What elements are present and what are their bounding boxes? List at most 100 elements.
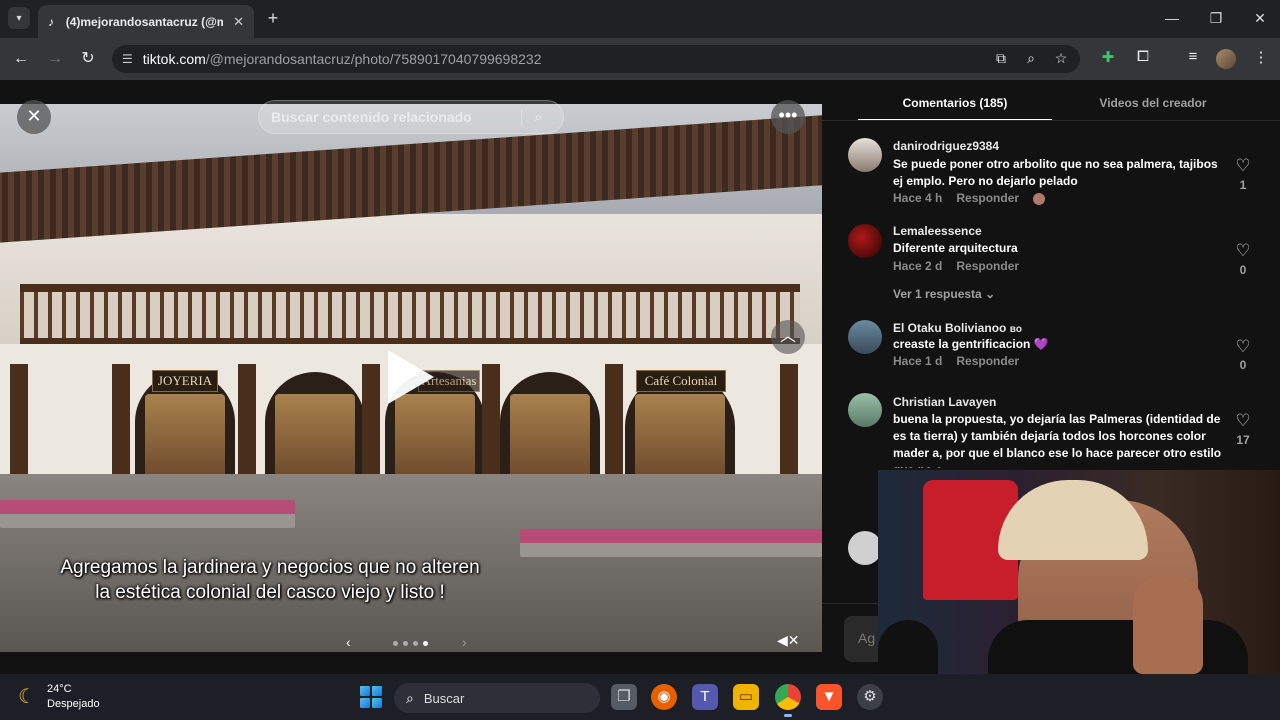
minimize-button[interactable]: —	[1160, 10, 1184, 26]
photo-caption: Agregamos la jardinera y negocios que no…	[60, 557, 480, 603]
reply-button[interactable]: Responder	[956, 191, 1019, 205]
like-heart-icon[interactable]: ♡	[1234, 411, 1252, 431]
comment-username[interactable]: Lemaleessence	[893, 224, 982, 238]
settings-gear-icon[interactable]: ⚙	[857, 684, 883, 710]
tab-search-menu-icon[interactable]: ▾	[8, 7, 30, 29]
reload-button[interactable]: ↻	[77, 49, 99, 71]
photo-shop-window	[145, 394, 225, 484]
restore-button[interactable]: ❐	[1204, 10, 1228, 27]
start-button[interactable]	[360, 686, 382, 708]
taskbar-search-label: Buscar	[423, 690, 465, 706]
comment-avatar[interactable]	[848, 393, 882, 427]
comment-username[interactable]: Christian Lavayen	[893, 395, 996, 409]
like-count: 0	[1239, 358, 1247, 372]
taskbar-search[interactable]: ⌕ Buscar	[394, 683, 600, 713]
pagination-dot[interactable]	[403, 641, 408, 646]
like-count: 17	[1236, 433, 1250, 447]
photo-shop-window	[510, 394, 590, 484]
like-heart-icon[interactable]: ♡	[1234, 337, 1252, 357]
view-replies-button[interactable]: Ver 1 respuesta ⌄	[893, 287, 995, 301]
windows-taskbar	[0, 674, 1280, 720]
comment-text: buena la propuesta, yo dejaría las Palme…	[893, 412, 1222, 468]
more-options-button[interactable]: •••	[771, 100, 805, 134]
task-view-icon[interactable]: ❐	[611, 684, 637, 710]
photo-shop-window	[395, 394, 475, 484]
comment-username[interactable]: danirodriguez9384	[893, 139, 999, 153]
chevron-down-icon: ⌄	[985, 287, 996, 301]
photo-planter	[520, 529, 822, 557]
next-photo-arrow-icon[interactable]: ›	[462, 634, 467, 650]
close-window-button[interactable]: ✕	[1248, 10, 1272, 27]
comment-time: Hace 4 h	[893, 191, 943, 205]
zoom-icon[interactable]: ⌕	[1021, 50, 1041, 67]
new-tab-button[interactable]: +	[262, 8, 284, 30]
tab-title: (4)mejorandosantacruz (@mejo	[65, 14, 224, 29]
pagination-dot[interactable]	[393, 641, 398, 646]
comment-username-text: El Otaku Bolivianoo	[893, 321, 1007, 335]
moon-weather-icon[interactable]: ☾	[18, 684, 36, 709]
url-path: /@mejorandosantacruz/photo/7589017040799…	[205, 51, 542, 67]
comment-text: creaste la gentrificacion 💜	[893, 337, 1049, 351]
play-icon[interactable]	[388, 350, 434, 404]
comment-time: Hace 2 d	[893, 259, 943, 273]
pagination-dot[interactable]	[413, 641, 418, 646]
view-replies-label: Ver 1 respuesta	[893, 287, 982, 301]
comment-text: Diferente arquitectura	[893, 241, 1018, 255]
like-heart-icon[interactable]: ♡	[1234, 156, 1252, 176]
comment-username[interactable]: El Otaku Bolivianoo вo	[893, 321, 1022, 335]
back-button[interactable]: ←	[10, 49, 32, 71]
close-viewer-button[interactable]: ✕	[17, 100, 51, 134]
photo-sign-joyeria: JOYERIA	[152, 370, 218, 392]
previous-post-button[interactable]: ︿	[771, 320, 805, 354]
like-count: 0	[1239, 263, 1247, 277]
comment-avatar[interactable]	[848, 531, 882, 565]
browser-menu-icon[interactable]: ⋮	[1250, 48, 1272, 70]
brave-icon[interactable]: ▼	[816, 684, 842, 710]
reply-button[interactable]: Responder	[956, 354, 1019, 368]
webcam-shirt	[988, 620, 1248, 674]
comment-text: Se puede poner otro arbolito que no sea …	[893, 157, 1218, 188]
related-search-placeholder: Buscar contenido relacionado	[271, 109, 472, 125]
webcam-overlay	[878, 470, 1280, 674]
active-app-indicator	[784, 714, 792, 717]
pagination-dot[interactable]	[423, 641, 428, 646]
user-badge: вo	[1009, 324, 1022, 335]
tab-creator-videos[interactable]: Videos del creador	[1060, 93, 1246, 121]
comment-avatar[interactable]	[848, 138, 882, 172]
related-search-input[interactable]: Buscar contenido relacionado ⌕	[258, 100, 564, 134]
teams-icon[interactable]: T	[692, 684, 718, 710]
webcam-hand	[1133, 575, 1203, 674]
browser-tab[interactable]: ♪ (4)mejorandosantacruz (@mejo ✕	[38, 5, 254, 38]
tab-comments[interactable]: Comentarios (185)	[858, 93, 1052, 121]
chrome-icon[interactable]	[775, 684, 801, 710]
previous-photo-arrow-icon[interactable]: ‹	[346, 634, 351, 650]
media-controls-icon[interactable]: ≡	[1182, 48, 1204, 70]
search-icon[interactable]: ⌕	[521, 108, 542, 126]
bookmark-star-icon[interactable]: ☆	[1051, 50, 1071, 67]
photo-planter	[0, 500, 295, 528]
comment-meta: Hace 1 d Responder	[893, 354, 1033, 368]
like-count: 1	[1239, 178, 1247, 192]
like-heart-icon[interactable]: ♡	[1234, 241, 1252, 261]
weather-description[interactable]: Despejado	[47, 698, 100, 710]
photo-shop-window	[275, 394, 355, 484]
install-app-icon[interactable]: ⧉	[991, 50, 1011, 67]
tab-close-icon[interactable]: ✕	[233, 14, 244, 30]
tabs-divider	[822, 120, 1280, 121]
extensions-puzzle-icon[interactable]: ⧠	[1132, 48, 1154, 70]
photo-balcony	[20, 284, 800, 344]
url-host: tiktok.com	[142, 51, 206, 67]
profile-avatar[interactable]	[1216, 49, 1236, 69]
forward-button[interactable]: →	[44, 49, 66, 71]
comment-avatar[interactable]	[848, 320, 882, 354]
address-bar[interactable]: ☰ tiktok.com /@mejorandosantacruz/photo/…	[112, 45, 1080, 73]
comment-avatar[interactable]	[848, 224, 882, 258]
reply-button[interactable]: Responder	[956, 259, 1019, 273]
site-info-icon[interactable]: ☰	[122, 52, 133, 66]
file-explorer-icon[interactable]: ▭	[733, 684, 759, 710]
mute-icon[interactable]: ◀✕	[777, 632, 800, 649]
firefox-icon[interactable]: ◉	[651, 684, 677, 710]
extension-icon[interactable]: ✚	[1097, 48, 1119, 70]
weather-temperature[interactable]: 24°C	[47, 683, 72, 695]
photo-sign-cafe: Café Colonial	[636, 370, 726, 392]
